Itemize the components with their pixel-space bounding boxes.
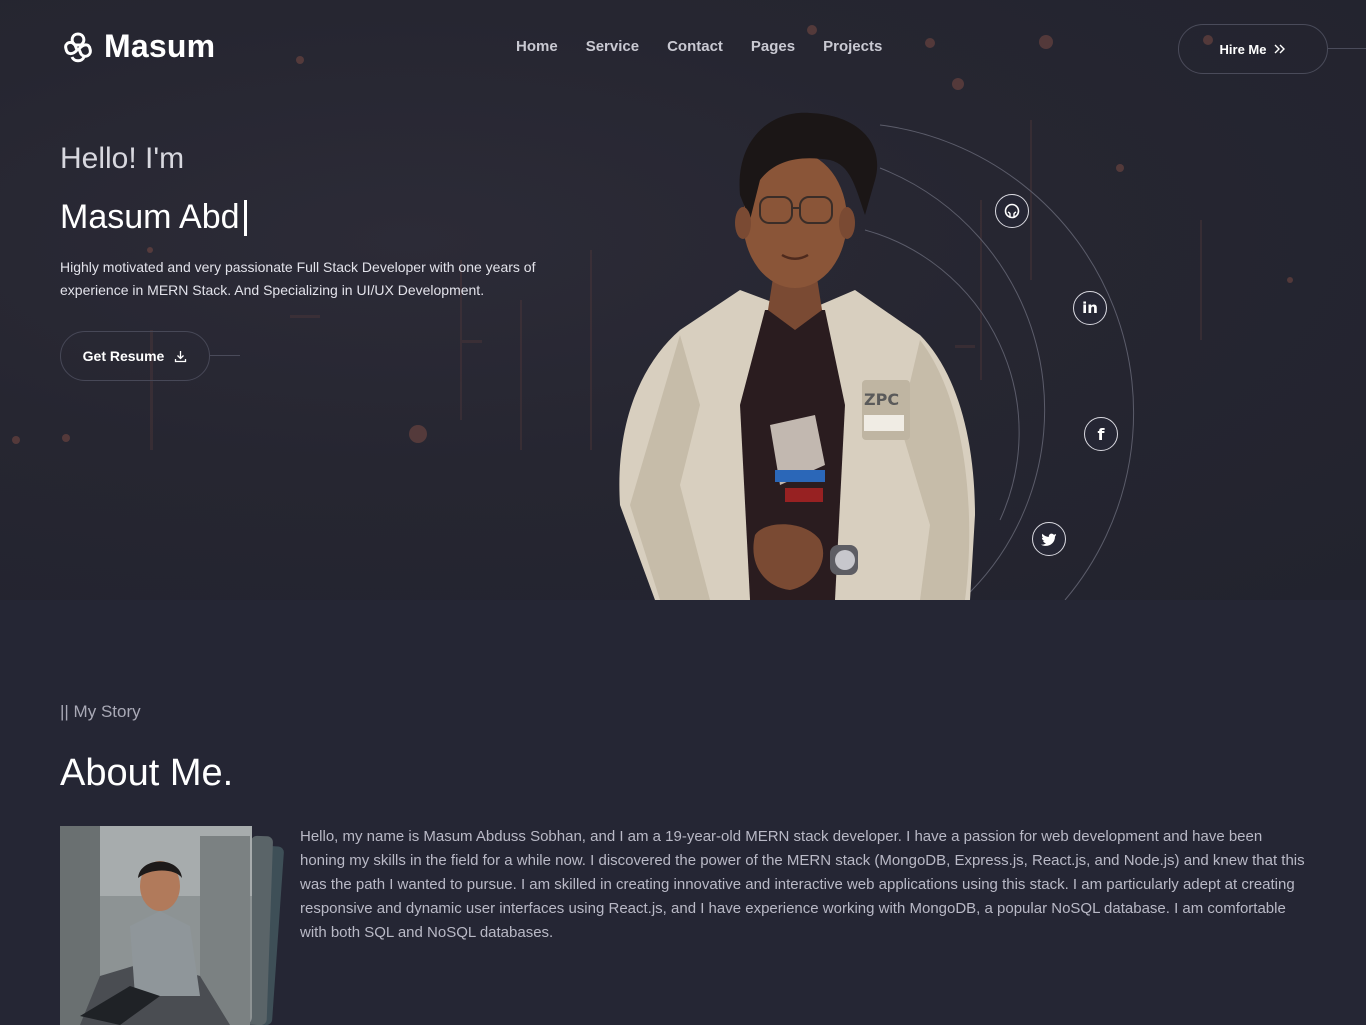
twitter-icon: [1041, 533, 1056, 546]
nav-service[interactable]: Service: [586, 38, 639, 55]
twitter-link[interactable]: [1032, 522, 1066, 556]
nav-home[interactable]: Home: [516, 38, 558, 55]
about-title: About Me.: [60, 752, 234, 794]
profile-portrait: ZPC: [619, 112, 975, 600]
typed-name: Masum Abd: [60, 198, 240, 236]
divider: [1328, 48, 1366, 49]
hero-description: Highly motivated and very passionate Ful…: [60, 259, 536, 298]
hero-name: Masum Abd: [60, 198, 247, 237]
double-chevron-right-icon: [1274, 44, 1286, 54]
hero-section: Masum Home Service Contact Pages Project…: [0, 0, 1366, 600]
facebook-link[interactable]: f: [1084, 417, 1118, 451]
nav-contact[interactable]: Contact: [667, 38, 723, 55]
hire-me-button[interactable]: Hire Me: [1178, 24, 1328, 74]
linkedin-icon: in: [1082, 299, 1098, 317]
nav-pages[interactable]: Pages: [751, 38, 795, 55]
github-link[interactable]: [995, 194, 1029, 228]
about-description: Hello, my name is Masum Abduss Sobhan, a…: [300, 828, 1305, 941]
section-tag: || My Story: [60, 702, 141, 721]
typing-cursor: [243, 199, 247, 236]
facebook-icon: f: [1097, 424, 1105, 444]
logo-text: Masum: [104, 28, 216, 64]
hire-me-label: Hire Me: [1219, 41, 1267, 57]
flower-knot-icon: [64, 32, 92, 62]
nav-projects[interactable]: Projects: [823, 38, 882, 55]
main-nav: Home Service Contact Pages Projects: [516, 38, 882, 55]
linkedin-link[interactable]: in: [1073, 291, 1107, 325]
hero-greeting: Hello! I'm: [60, 142, 185, 175]
svg-text:ZPC: ZPC: [864, 390, 899, 409]
about-photo: [60, 826, 284, 1025]
download-icon: [175, 350, 187, 362]
get-resume-label: Get Resume: [82, 348, 165, 364]
github-icon: [1004, 203, 1020, 219]
logo[interactable]: Masum: [60, 28, 215, 65]
get-resume-button[interactable]: Get Resume: [60, 331, 210, 381]
divider: [210, 355, 240, 356]
